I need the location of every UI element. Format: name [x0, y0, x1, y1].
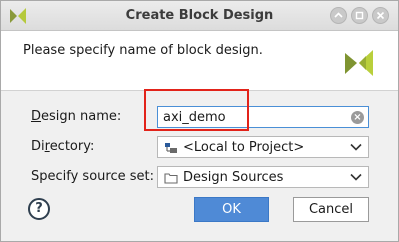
clear-icon[interactable]: × — [351, 111, 364, 124]
source-set-dropdown[interactable]: Design Sources — [157, 166, 369, 188]
title-bar[interactable]: Create Block Design — [1, 1, 398, 31]
ok-button[interactable]: OK — [194, 197, 269, 222]
close-icon[interactable] — [372, 7, 389, 24]
create-block-design-dialog: Create Block Design Please specify name … — [0, 0, 399, 242]
local-project-icon — [165, 143, 177, 153]
chevron-up-icon[interactable] — [330, 7, 347, 24]
source-set-label: Specify source set: — [31, 169, 154, 184]
help-button[interactable]: ? — [28, 198, 50, 220]
vivado-logo-icon — [345, 50, 373, 76]
chevron-down-icon[interactable] — [350, 173, 362, 181]
maximize-icon[interactable] — [351, 7, 368, 24]
directory-label: Directory: — [31, 139, 95, 154]
chevron-down-icon[interactable] — [350, 143, 362, 151]
cancel-button[interactable]: Cancel — [293, 197, 369, 222]
design-name-label: Design name: — [31, 109, 122, 124]
header-description: Please specify name of block design. — [23, 43, 263, 58]
folder-icon — [164, 173, 178, 184]
directory-value: <Local to Project> — [183, 140, 305, 155]
directory-dropdown[interactable]: <Local to Project> — [157, 136, 369, 158]
annotation-highlight-box — [144, 89, 249, 131]
dialog-header: Please specify name of block design. — [1, 31, 398, 91]
source-set-value: Design Sources — [183, 170, 284, 185]
